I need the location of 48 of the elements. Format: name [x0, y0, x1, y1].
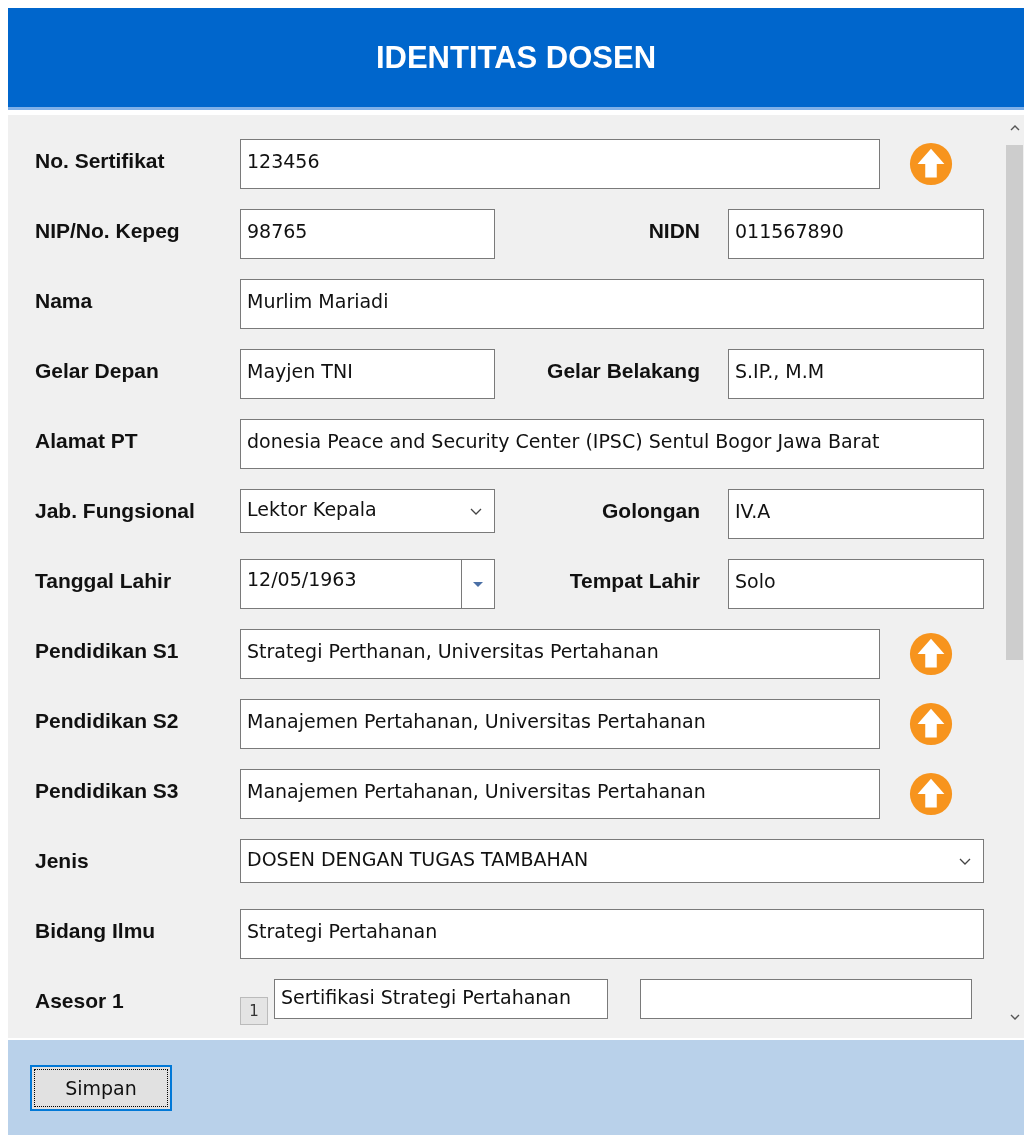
upload-icon[interactable]: [908, 141, 954, 187]
upload-icon[interactable]: [908, 631, 954, 677]
field-label: Pendidikan S2: [35, 708, 180, 733]
field-label: Jenis: [35, 848, 90, 873]
field-label: NIP/No. Kepeg: [35, 218, 181, 243]
scrollbar-thumb[interactable]: [1006, 145, 1023, 660]
chevron-down-icon[interactable]: [959, 858, 973, 866]
input-field[interactable]: Murlim Mariadi: [240, 279, 984, 329]
field-label: Gelar Depan: [35, 358, 160, 383]
input-field[interactable]: 123456: [240, 139, 880, 189]
input-field[interactable]: IV.A: [728, 489, 984, 539]
input-field[interactable]: 98765: [240, 209, 495, 259]
field-label: NIDN: [648, 218, 700, 243]
dropdown-arrow-icon[interactable]: [473, 581, 483, 587]
field-label: Bidang Ilmu: [35, 918, 157, 943]
input-field[interactable]: Manajemen Pertahanan, Universitas Pertahanan: [240, 699, 880, 749]
input-field[interactable]: Solo: [728, 559, 984, 609]
input-field[interactable]: Sertifikasi Strategi Pertahanan: [274, 979, 608, 1019]
field-label: Gelar Belakang: [547, 358, 700, 383]
field-label: Pendidikan S1: [35, 638, 180, 663]
field-label: Tempat Lahir: [569, 568, 700, 593]
dropdown[interactable]: Lektor Kepala: [240, 489, 495, 533]
field-label: Pendidikan S3: [35, 778, 180, 803]
input-field[interactable]: S.IP., M.M: [728, 349, 984, 399]
chevron-down-icon[interactable]: [470, 508, 484, 516]
field-label: Nama: [35, 288, 94, 313]
save-button[interactable]: Simpan: [30, 1064, 172, 1111]
input-field[interactable]: [640, 979, 972, 1019]
field-label: Alamat PT: [35, 428, 139, 453]
input-field[interactable]: Manajemen Pertahanan, Universitas Pertahanan: [240, 769, 880, 819]
field-label: Golongan: [602, 498, 700, 523]
window-title: IDENTITAS DOSEN: [375, 39, 657, 76]
upload-icon[interactable]: [908, 771, 954, 817]
input-field[interactable]: 011567890: [728, 209, 984, 259]
dropdown[interactable]: DOSEN DENGAN TUGAS TAMBAHAN: [240, 839, 984, 883]
field-label: Jab. Fungsional: [35, 498, 196, 523]
input-field[interactable]: Mayjen TNI: [240, 349, 495, 399]
index-badge: 1: [240, 997, 268, 1025]
date-picker[interactable]: 12/05/1963: [240, 559, 495, 609]
scroll-down-icon[interactable]: [1009, 1014, 1020, 1020]
input-field[interactable]: Strategi Pertahanan: [240, 909, 984, 959]
field-label: No. Sertifikat: [35, 148, 166, 173]
field-label: Asesor 1: [35, 988, 125, 1013]
field-label: Tanggal Lahir: [35, 568, 173, 593]
upload-icon[interactable]: [908, 701, 954, 747]
input-field[interactable]: Strategi Perthanan, Universitas Pertahanan: [240, 629, 880, 679]
input-field[interactable]: donesia Peace and Security Center (IPSC) Sentul Bogor Jawa Barat: [240, 419, 984, 469]
scroll-up-icon[interactable]: [1009, 125, 1020, 131]
